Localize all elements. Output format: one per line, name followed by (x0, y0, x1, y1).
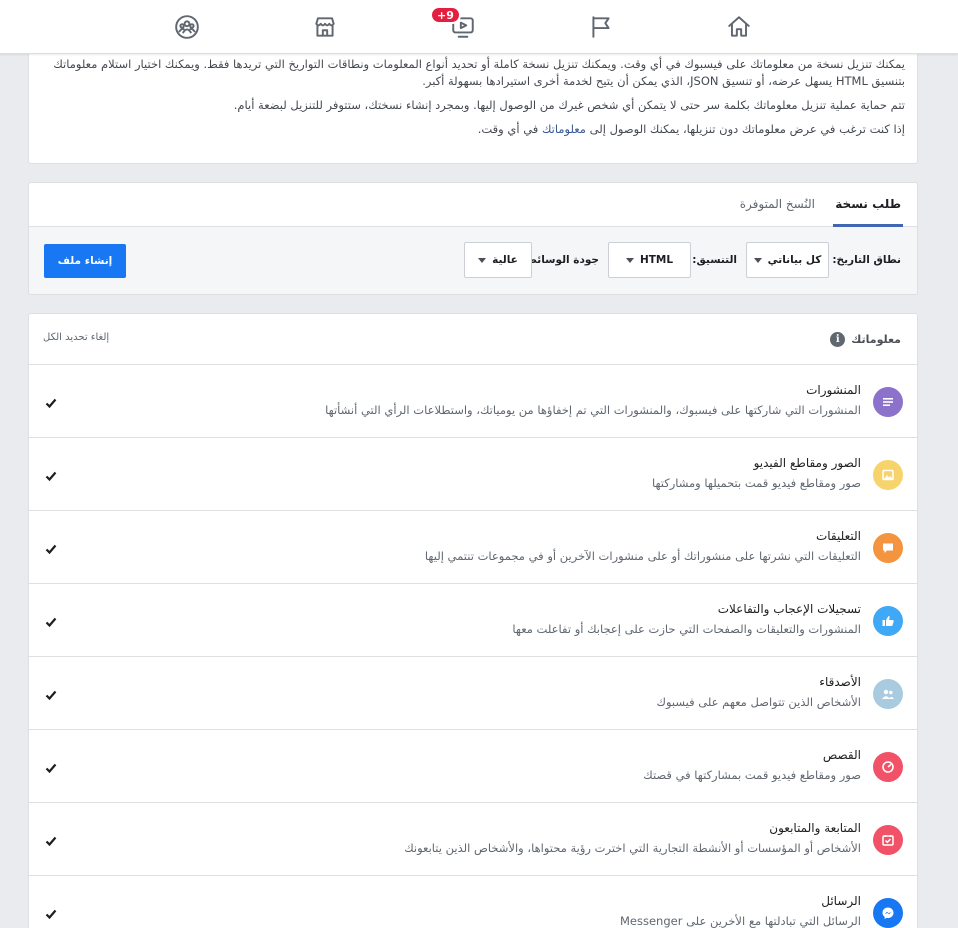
list-item: تسجيلات الإعجاب والتفاعلات المنشورات والت… (29, 584, 917, 657)
friends-icon (873, 679, 903, 709)
list-item-description: الأشخاص أو المؤسسات أو الأنشطة التجارية … (404, 841, 861, 855)
intro-line-2: بتنسيق HTML يسهل عرضه، أو تنسيق JSON، ال… (422, 74, 905, 88)
create-file-button[interactable]: إنشاء ملف (44, 244, 126, 278)
list-item: القصص صور ومقاطع فيديو قمت بمشاركتها في ق… (29, 730, 917, 803)
list-item-title: التعليقات (815, 529, 861, 543)
posts-icon (873, 387, 903, 417)
filters-bar: نطاق التاريخ: كل بياناتي التنسيق: HTML ج… (29, 227, 917, 294)
date-range-label: نطاق التاريخ: (832, 254, 901, 266)
checkbox[interactable] (45, 832, 57, 847)
list-item-title: الصور ومقاطع الفيديو (753, 456, 861, 470)
intro-line-1: يمكنك تنزيل نسخة من معلوماتك على فيسبوك … (53, 57, 905, 71)
comments-icon (873, 533, 903, 563)
chevron-down-icon (625, 257, 634, 263)
list-item-title: الرسائل (821, 894, 861, 908)
your-information-link[interactable]: معلوماتك (542, 122, 586, 136)
messenger-icon (873, 898, 903, 928)
list-item-title: القصص (822, 748, 861, 762)
stories-icon (873, 752, 903, 782)
notification-badge: +9 (430, 6, 461, 24)
info-icon[interactable]: i (830, 332, 846, 347)
date-range-value: كل بياناتي (767, 254, 822, 266)
list-item: المتابعة والمتابعون الأشخاص أو المؤسسات أ… (29, 803, 917, 876)
list-header-title: معلوماتك i (830, 332, 901, 347)
media-quality-value: عالية (492, 254, 518, 266)
checkbox[interactable] (45, 613, 57, 628)
tab-available-copies[interactable]: النُسخ المتوفرة (738, 183, 817, 227)
format-value: HTML (639, 254, 674, 266)
chevron-down-icon (753, 257, 762, 263)
checkbox[interactable] (45, 905, 57, 920)
intro-p3-pre: إذا كنت ترغب في عرض معلوماتك دون تنزيلها… (589, 122, 905, 136)
like-icon (873, 606, 903, 636)
list-item-title: المتابعة والمتابعون (769, 821, 861, 835)
list-item: التعليقات التعليقات التي نشرتها على منشور… (29, 511, 917, 584)
list-item-description: الرسائل التي تبادلتها مع الأخرين على Mes… (619, 914, 861, 928)
your-information-list: معلوماتك i إلغاء تحديد الكل المنشورات الم… (28, 313, 918, 928)
intro-paragraph-1: يمكنك تنزيل نسخة من معلوماتك على فيسبوك … (41, 56, 905, 90)
list-item: الأصدقاء الأشخاص الذين تتواصل معهم على في… (29, 657, 917, 730)
marketplace-icon[interactable] (308, 10, 342, 44)
intro-paragraph-2: تتم حماية عملية تنزيل معلوماتك بكلمة سر … (233, 98, 905, 112)
list-item-title: الأصدقاء (819, 675, 861, 689)
media-quality-dropdown[interactable]: عالية (464, 242, 532, 278)
checkmark-icon (45, 398, 57, 409)
tab-request-copy[interactable]: طلب نسخة (833, 183, 903, 227)
list-item: المنشورات المنشورات التي شاركتها على فيسب… (29, 365, 917, 438)
list-item-title: المنشورات (806, 383, 861, 397)
flag-icon[interactable] (584, 10, 618, 44)
date-range-dropdown[interactable]: كل بياناتي (746, 242, 829, 278)
intro-p3-post: في أي وقت. (477, 122, 539, 136)
photos-icon (873, 460, 903, 490)
checkbox[interactable] (45, 467, 57, 482)
top-navigation: +9 (0, 0, 958, 54)
request-copy-card: طلب نسخة النُسخ المتوفرة نطاق التاريخ: ك… (28, 182, 918, 295)
intro-paragraph-3: إذا كنت ترغب في عرض معلوماتك دون تنزيلها… (41, 121, 905, 138)
list-rows: المنشورات المنشورات التي شاركتها على فيسب… (29, 365, 917, 928)
checkmark-icon (45, 544, 57, 555)
checkbox[interactable] (45, 686, 57, 701)
following-icon (873, 825, 903, 855)
checkmark-icon (45, 617, 57, 628)
list-item-description: الأشخاص الذين تتواصل معهم على فيسبوك (656, 695, 861, 709)
groups-icon[interactable] (170, 10, 204, 44)
checkbox[interactable] (45, 540, 57, 555)
list-item: الرسائل الرسائل التي تبادلتها مع الأخرين … (29, 876, 917, 928)
format-label: التنسيق: (692, 254, 737, 266)
list-item-title: تسجيلات الإعجاب والتفاعلات (717, 602, 861, 616)
checkbox[interactable] (45, 394, 57, 409)
deselect-all-link[interactable]: إلغاء تحديد الكل (43, 332, 109, 343)
list-item-description: المنشورات والتعليقات والصفحات التي حازت … (512, 622, 861, 636)
format-dropdown[interactable]: HTML (608, 242, 691, 278)
intro-card: يمكنك تنزيل نسخة من معلوماتك على فيسبوك … (28, 54, 918, 164)
home-icon[interactable] (722, 10, 756, 44)
checkmark-icon (45, 909, 57, 920)
checkmark-icon (45, 690, 57, 701)
chevron-down-icon (478, 257, 487, 263)
list-item-description: صور ومقاطع فيديو قمت بتحميلها ومشاركتها (651, 476, 861, 490)
list-header: معلوماتك i إلغاء تحديد الكل (29, 314, 917, 365)
media-quality-label: جودة الوسائط: (521, 254, 599, 266)
tab-bar: طلب نسخة النُسخ المتوفرة (29, 183, 917, 227)
checkmark-icon (45, 763, 57, 774)
checkmark-icon (45, 836, 57, 847)
list-header-label: معلوماتك (851, 333, 901, 346)
list-item-description: التعليقات التي نشرتها على منشوراتك أو عل… (424, 549, 861, 563)
list-item-description: صور ومقاطع فيديو قمت بمشاركتها في قصتك (643, 768, 861, 782)
list-item-description: المنشورات التي شاركتها على فيسبوك، والمن… (325, 403, 861, 417)
list-item: الصور ومقاطع الفيديو صور ومقاطع فيديو قمت… (29, 438, 917, 511)
checkbox[interactable] (45, 759, 57, 774)
checkmark-icon (45, 471, 57, 482)
